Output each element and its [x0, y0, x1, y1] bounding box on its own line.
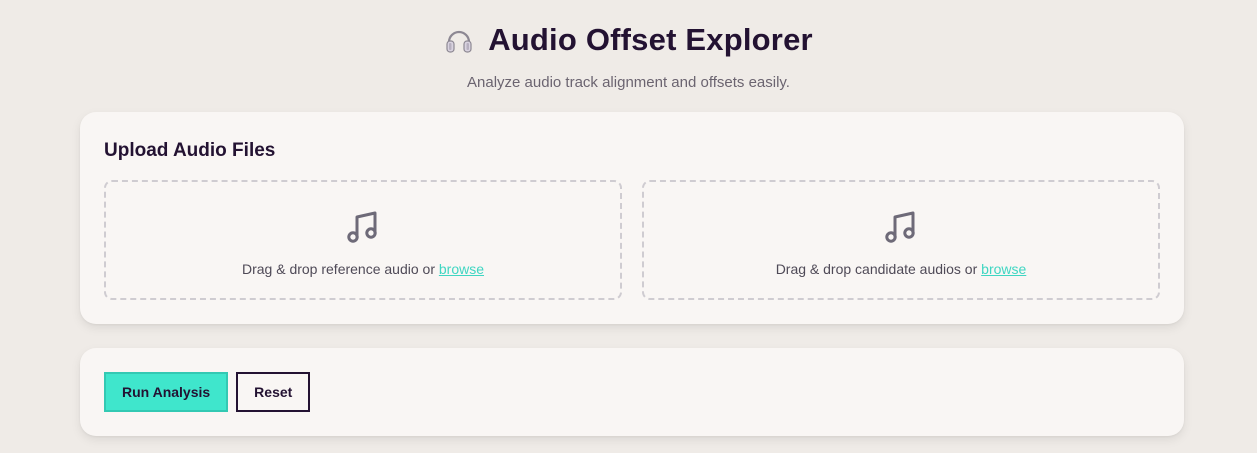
- page-header: Audio Offset Explorer Analyze audio trac…: [0, 0, 1257, 91]
- music-note-icon: [882, 208, 920, 251]
- dropzones: Drag & drop reference audio or browse Dr…: [104, 180, 1160, 300]
- page-title: Audio Offset Explorer: [488, 22, 813, 57]
- reference-dropzone-label: Drag & drop reference audio or: [241, 261, 439, 277]
- page-subtitle: Analyze audio track alignment and offset…: [467, 74, 790, 91]
- headphones-icon: [444, 25, 474, 55]
- reference-browse-link[interactable]: browse: [439, 261, 484, 277]
- candidate-dropzone-label: Drag & drop candidate audios or: [775, 261, 982, 277]
- title-row: Audio Offset Explorer: [0, 20, 1257, 60]
- reset-button[interactable]: Reset: [236, 372, 311, 412]
- upload-section-title: Upload Audio Files: [104, 140, 276, 161]
- reference-dropzone-text: Drag & drop reference audio or browse: [242, 261, 484, 277]
- candidate-browse-link[interactable]: browse: [981, 261, 1026, 277]
- actions-card: Run Analysis Reset: [80, 348, 1184, 436]
- music-note-icon: [344, 208, 382, 251]
- candidate-audio-dropzone[interactable]: Drag & drop candidate audios or browse: [642, 180, 1160, 300]
- reference-audio-dropzone[interactable]: Drag & drop reference audio or browse: [104, 180, 622, 300]
- run-analysis-button[interactable]: Run Analysis: [104, 372, 229, 412]
- upload-card: Upload Audio Files Drag & drop reference…: [80, 112, 1184, 324]
- candidate-dropzone-text: Drag & drop candidate audios or browse: [776, 261, 1027, 277]
